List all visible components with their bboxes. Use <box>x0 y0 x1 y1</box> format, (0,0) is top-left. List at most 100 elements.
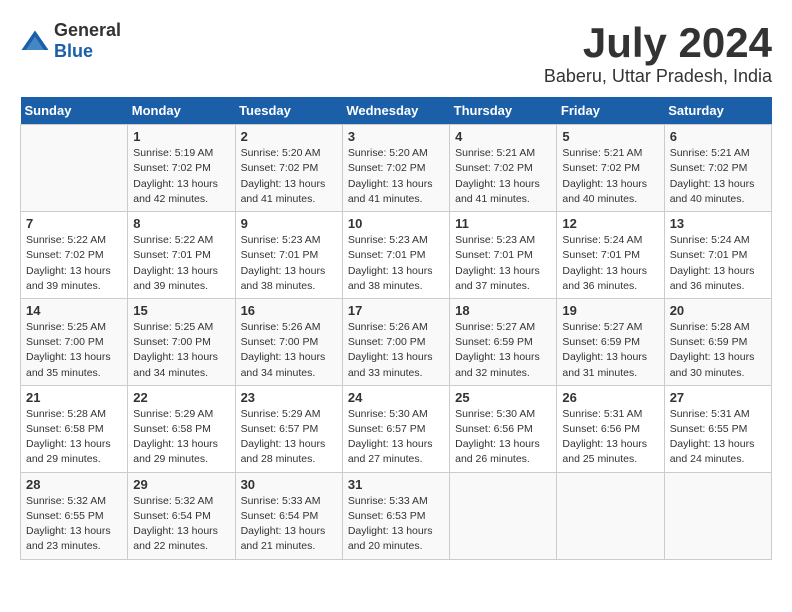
calendar-cell: 18Sunrise: 5:27 AM Sunset: 6:59 PM Dayli… <box>450 298 557 385</box>
cell-content: Sunrise: 5:29 AM Sunset: 6:58 PM Dayligh… <box>133 407 229 468</box>
day-number: 14 <box>26 303 122 318</box>
day-number: 30 <box>241 477 337 492</box>
day-number: 26 <box>562 390 658 405</box>
cell-content: Sunrise: 5:24 AM Sunset: 7:01 PM Dayligh… <box>670 233 766 294</box>
calendar-cell: 23 Sunrise: 5:29 AM Sunset: 6:57 PM Dayli… <box>235 385 342 472</box>
calendar-cell: 1Sunrise: 5:19 AM Sunset: 7:02 PM Daylig… <box>128 125 235 212</box>
calendar-cell: 28 Sunrise: 5:32 AM Sunset: 6:55 PM Dayli… <box>21 472 128 559</box>
day-number: 13 <box>670 216 766 231</box>
header-cell-monday: Monday <box>128 97 235 125</box>
calendar-cell: 26 Sunrise: 5:31 AM Sunset: 6:56 PM Dayli… <box>557 385 664 472</box>
day-number: 7 <box>26 216 122 231</box>
day-number: 18 <box>455 303 551 318</box>
cell-content: Sunrise: 5:22 AM Sunset: 7:02 PM Dayligh… <box>26 233 122 294</box>
calendar-cell: 9Sunrise: 5:23 AM Sunset: 7:01 PM Daylig… <box>235 212 342 299</box>
cell-content: Sunrise: 5:19 AM Sunset: 7:02 PM Dayligh… <box>133 146 229 207</box>
logo-icon <box>20 29 50 53</box>
day-number: 12 <box>562 216 658 231</box>
day-number: 6 <box>670 129 766 144</box>
cell-content: Sunrise: 5:30 AM Sunset: 6:56 PM Dayligh… <box>455 407 551 468</box>
calendar-cell: 19 Sunrise: 5:27 AM Sunset: 6:59 PM Dayli… <box>557 298 664 385</box>
header-cell-sunday: Sunday <box>21 97 128 125</box>
cell-content: Sunrise: 5:21 AM Sunset: 7:02 PM Dayligh… <box>670 146 766 207</box>
calendar-cell: 3 Sunrise: 5:20 AM Sunset: 7:02 PM Daylig… <box>342 125 449 212</box>
calendar-cell: 29 Sunrise: 5:32 AM Sunset: 6:54 PM Dayli… <box>128 472 235 559</box>
cell-content: Sunrise: 5:23 AM Sunset: 7:01 PM Dayligh… <box>455 233 551 294</box>
cell-content: Sunrise: 5:25 AM Sunset: 7:00 PM Dayligh… <box>133 320 229 381</box>
calendar-cell: 20 Sunrise: 5:28 AM Sunset: 6:59 PM Dayli… <box>664 298 771 385</box>
day-number: 17 <box>348 303 444 318</box>
location-title: Baberu, Uttar Pradesh, India <box>544 66 772 87</box>
cell-content: Sunrise: 5:29 AM Sunset: 6:57 PM Dayligh… <box>241 407 337 468</box>
cell-content: Sunrise: 5:26 AM Sunset: 7:00 PM Dayligh… <box>348 320 444 381</box>
calendar-cell: 7 Sunrise: 5:22 AM Sunset: 7:02 PM Daylig… <box>21 212 128 299</box>
day-number: 9 <box>241 216 337 231</box>
calendar-cell: 2Sunrise: 5:20 AM Sunset: 7:02 PM Daylig… <box>235 125 342 212</box>
calendar-cell: 25 Sunrise: 5:30 AM Sunset: 6:56 PM Dayli… <box>450 385 557 472</box>
header: General Blue July 2024 Baberu, Uttar Pra… <box>20 20 772 87</box>
day-number: 3 <box>348 129 444 144</box>
day-number: 21 <box>26 390 122 405</box>
cell-content: Sunrise: 5:22 AM Sunset: 7:01 PM Dayligh… <box>133 233 229 294</box>
calendar-cell: 16Sunrise: 5:26 AM Sunset: 7:00 PM Dayli… <box>235 298 342 385</box>
cell-content: Sunrise: 5:20 AM Sunset: 7:02 PM Dayligh… <box>241 146 337 207</box>
cell-content: Sunrise: 5:33 AM Sunset: 6:54 PM Dayligh… <box>241 494 337 555</box>
day-number: 19 <box>562 303 658 318</box>
cell-content: Sunrise: 5:32 AM Sunset: 6:54 PM Dayligh… <box>133 494 229 555</box>
week-row-5: 28 Sunrise: 5:32 AM Sunset: 6:55 PM Dayli… <box>21 472 772 559</box>
day-number: 25 <box>455 390 551 405</box>
calendar-cell: 31Sunrise: 5:33 AM Sunset: 6:53 PM Dayli… <box>342 472 449 559</box>
calendar-cell: 11 Sunrise: 5:23 AM Sunset: 7:01 PM Dayli… <box>450 212 557 299</box>
day-number: 20 <box>670 303 766 318</box>
day-number: 11 <box>455 216 551 231</box>
calendar-cell: 27Sunrise: 5:31 AM Sunset: 6:55 PM Dayli… <box>664 385 771 472</box>
calendar-cell <box>664 472 771 559</box>
calendar-cell <box>450 472 557 559</box>
calendar-table: SundayMondayTuesdayWednesdayThursdayFrid… <box>20 97 772 559</box>
cell-content: Sunrise: 5:28 AM Sunset: 6:59 PM Dayligh… <box>670 320 766 381</box>
calendar-cell: 6 Sunrise: 5:21 AM Sunset: 7:02 PM Daylig… <box>664 125 771 212</box>
day-number: 29 <box>133 477 229 492</box>
calendar-cell: 22 Sunrise: 5:29 AM Sunset: 6:58 PM Dayli… <box>128 385 235 472</box>
calendar-cell: 13 Sunrise: 5:24 AM Sunset: 7:01 PM Dayli… <box>664 212 771 299</box>
week-row-1: 1Sunrise: 5:19 AM Sunset: 7:02 PM Daylig… <box>21 125 772 212</box>
calendar-cell: 14Sunrise: 5:25 AM Sunset: 7:00 PM Dayli… <box>21 298 128 385</box>
month-title: July 2024 <box>544 20 772 66</box>
day-number: 23 <box>241 390 337 405</box>
day-number: 22 <box>133 390 229 405</box>
cell-content: Sunrise: 5:31 AM Sunset: 6:56 PM Dayligh… <box>562 407 658 468</box>
cell-content: Sunrise: 5:21 AM Sunset: 7:02 PM Dayligh… <box>562 146 658 207</box>
cell-content: Sunrise: 5:21 AM Sunset: 7:02 PM Dayligh… <box>455 146 551 207</box>
day-number: 24 <box>348 390 444 405</box>
calendar-cell: 4 Sunrise: 5:21 AM Sunset: 7:02 PM Daylig… <box>450 125 557 212</box>
calendar-cell: 30 Sunrise: 5:33 AM Sunset: 6:54 PM Dayli… <box>235 472 342 559</box>
cell-content: Sunrise: 5:27 AM Sunset: 6:59 PM Dayligh… <box>562 320 658 381</box>
logo-blue: Blue <box>54 41 93 61</box>
calendar-cell <box>557 472 664 559</box>
cell-content: Sunrise: 5:32 AM Sunset: 6:55 PM Dayligh… <box>26 494 122 555</box>
title-area: July 2024 Baberu, Uttar Pradesh, India <box>544 20 772 87</box>
cell-content: Sunrise: 5:20 AM Sunset: 7:02 PM Dayligh… <box>348 146 444 207</box>
week-row-4: 21Sunrise: 5:28 AM Sunset: 6:58 PM Dayli… <box>21 385 772 472</box>
week-row-2: 7 Sunrise: 5:22 AM Sunset: 7:02 PM Daylig… <box>21 212 772 299</box>
calendar-cell: 17 Sunrise: 5:26 AM Sunset: 7:00 PM Dayli… <box>342 298 449 385</box>
day-number: 5 <box>562 129 658 144</box>
calendar-cell: 24 Sunrise: 5:30 AM Sunset: 6:57 PM Dayli… <box>342 385 449 472</box>
cell-content: Sunrise: 5:30 AM Sunset: 6:57 PM Dayligh… <box>348 407 444 468</box>
day-number: 28 <box>26 477 122 492</box>
logo: General Blue <box>20 20 121 62</box>
day-number: 31 <box>348 477 444 492</box>
day-number: 16 <box>241 303 337 318</box>
day-number: 15 <box>133 303 229 318</box>
calendar-cell: 10Sunrise: 5:23 AM Sunset: 7:01 PM Dayli… <box>342 212 449 299</box>
header-row: SundayMondayTuesdayWednesdayThursdayFrid… <box>21 97 772 125</box>
cell-content: Sunrise: 5:23 AM Sunset: 7:01 PM Dayligh… <box>348 233 444 294</box>
header-cell-friday: Friday <box>557 97 664 125</box>
calendar-cell: 21Sunrise: 5:28 AM Sunset: 6:58 PM Dayli… <box>21 385 128 472</box>
header-cell-saturday: Saturday <box>664 97 771 125</box>
calendar-cell: 12Sunrise: 5:24 AM Sunset: 7:01 PM Dayli… <box>557 212 664 299</box>
calendar-cell: 8Sunrise: 5:22 AM Sunset: 7:01 PM Daylig… <box>128 212 235 299</box>
day-number: 4 <box>455 129 551 144</box>
calendar-cell: 15 Sunrise: 5:25 AM Sunset: 7:00 PM Dayli… <box>128 298 235 385</box>
cell-content: Sunrise: 5:31 AM Sunset: 6:55 PM Dayligh… <box>670 407 766 468</box>
